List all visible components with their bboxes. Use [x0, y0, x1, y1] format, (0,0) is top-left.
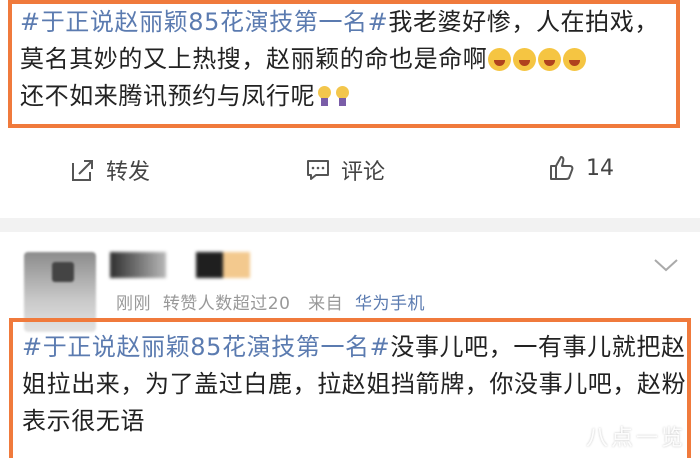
post-from-label: 来自	[308, 294, 344, 314]
post-repost-stat: 转赞人数超过20	[162, 294, 291, 314]
post-meta: 刚刚 转赞人数超过20 来自 华为手机	[116, 289, 425, 314]
lightbulb-icon	[335, 86, 350, 108]
repost-icon	[72, 160, 93, 181]
hashtag-link-2[interactable]: #于正说赵丽颖85花演技第一名#	[22, 333, 390, 361]
post-1-body-2: 还不如来腾讯预约与凤行呢	[20, 82, 316, 110]
crying-face-icon	[563, 48, 587, 71]
chevron-down-icon[interactable]	[652, 256, 680, 274]
blurred-username	[110, 252, 166, 278]
crying-face-icon	[538, 48, 562, 71]
action-bar: 转发 评论 14	[0, 140, 700, 200]
lightbulb-icon	[317, 86, 332, 108]
comment-icon	[307, 160, 329, 180]
blurred-username-badge	[196, 252, 250, 278]
comment-label: 评论	[341, 160, 386, 185]
crying-face-icon	[488, 48, 512, 71]
like-count: 14	[586, 155, 614, 181]
watermark: 八点一览	[585, 426, 686, 451]
post-source[interactable]: 华为手机	[355, 294, 425, 314]
hashtag-link[interactable]: #于正说赵丽颖85花演技第一名#	[20, 8, 388, 36]
section-divider	[0, 218, 700, 232]
repost-button[interactable]: 转发	[70, 154, 150, 186]
post-2-header: 刚刚 转赞人数超过20 来自 华为手机	[0, 232, 700, 332]
comment-button[interactable]: 评论	[305, 154, 385, 186]
repost-label: 转发	[106, 160, 151, 185]
crying-face-icon	[513, 48, 537, 71]
post-time: 刚刚	[116, 294, 151, 314]
like-button[interactable]: 14	[548, 154, 614, 182]
thumbs-up-icon	[550, 156, 574, 180]
post-1-text: #于正说赵丽颖85花演技第一名#我老婆好惨，人在拍戏，莫名其妙的又上热搜，赵丽颖…	[20, 4, 675, 115]
